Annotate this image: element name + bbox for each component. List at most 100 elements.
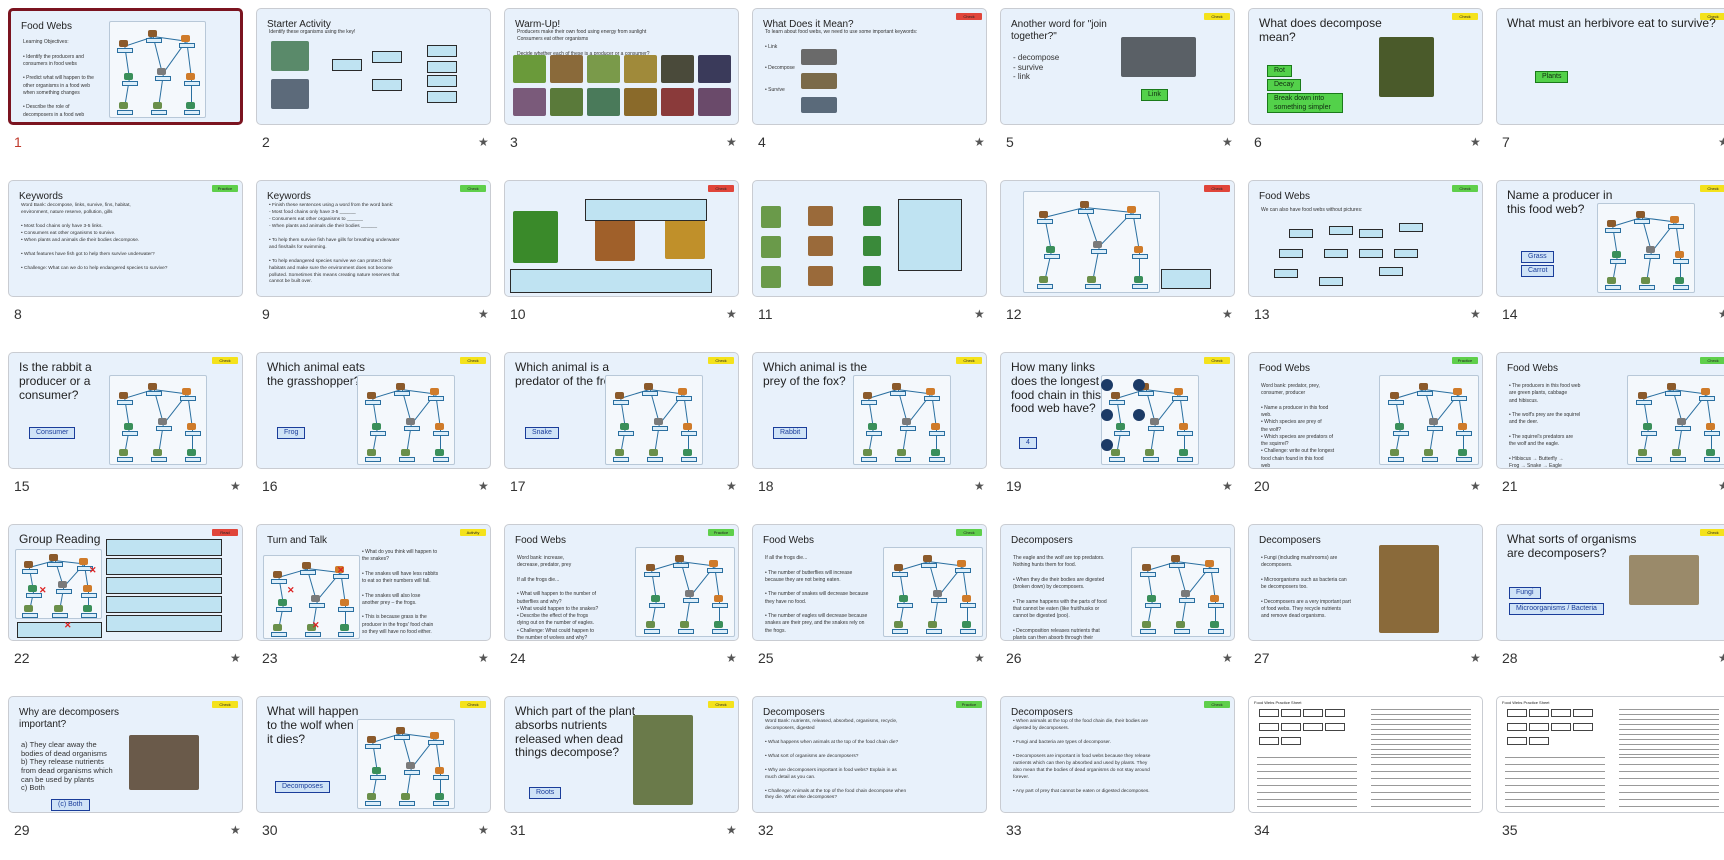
slide-preview[interactable]: Activity Turn and Talk • What do you think… xyxy=(256,524,491,641)
slide-thumbnail-14[interactable]: Check Name a producer in this food web? Gr… xyxy=(1496,180,1724,344)
slide-preview[interactable]: Check Food Webs If all the frogs die... • … xyxy=(752,524,987,641)
slide-thumbnail-28[interactable]: Check What sorts of organisms are decompo… xyxy=(1496,524,1724,688)
slide-preview[interactable]: Check xyxy=(1000,180,1235,297)
food-web-diagram xyxy=(1131,547,1231,637)
slide-preview[interactable]: Check Food Webs We can also have food webs… xyxy=(1248,180,1483,297)
slide-thumbnail-6[interactable]: Check What does decompose mean? Rot Decay Br… xyxy=(1248,8,1483,172)
slide-tag-badge: Practice xyxy=(708,529,734,536)
slide-preview[interactable]: CheckWhich animal is a predator of the f… xyxy=(504,352,739,469)
organism-icon xyxy=(1394,422,1404,430)
slide-thumbnail-27[interactable]: Decomposers • Fungi (including mushrooms)… xyxy=(1248,524,1483,688)
slide-preview[interactable]: Warm-Up! Producers make their own food us… xyxy=(504,8,739,125)
slide-preview[interactable]: Practice Food Webs Word bank: predator, pr… xyxy=(1248,352,1483,469)
slide-tag-badge: Check xyxy=(460,185,486,192)
slide-thumbnail-4[interactable]: Check What Does it Mean? To learn about fo… xyxy=(752,8,987,172)
slide-thumbnail-7[interactable]: Check What must an herbivore eat to survi… xyxy=(1496,8,1724,172)
slide-title: Food Webs xyxy=(1259,191,1310,202)
slide-thumbnail-22[interactable]: Read Group Reading ✕ ✕ ✕ 22 ★ xyxy=(8,524,243,688)
food-web-diagram xyxy=(1101,375,1199,465)
slide-preview[interactable]: Check What must an herbivore eat to survi… xyxy=(1496,8,1724,125)
slide-preview[interactable]: Practice Food Webs Word bank: increase, de… xyxy=(504,524,739,641)
slide-preview[interactable]: Check Which animal eats the grasshopper? F… xyxy=(256,352,491,469)
slide-preview[interactable]: Practice Decomposers Word Bank: nutrients,… xyxy=(752,696,987,813)
slide-thumbnail-24[interactable]: Practice Food Webs Word bank: increase, de… xyxy=(504,524,739,688)
organism-icon xyxy=(278,599,287,607)
slide-preview[interactable]: Starter Activity Identify these organisms… xyxy=(256,8,491,125)
slide-thumbnail-15[interactable]: Check Is the rabbit a producer or a consu… xyxy=(8,352,243,516)
slide-thumbnail-30[interactable]: Check What will happen to the wolf when i… xyxy=(256,696,491,860)
slide-preview[interactable]: Food Webs Learning Objectives: • Identify… xyxy=(8,8,243,125)
slide-thumbnail-16[interactable]: Check Which animal eats the grasshopper? F… xyxy=(256,352,491,516)
slide-thumbnail-26[interactable]: Decomposers The eagle and the wolf are to… xyxy=(1000,524,1235,688)
food-web-diagram xyxy=(1597,203,1695,293)
slide-preview[interactable]: Check Another word for "join together?" - … xyxy=(1000,8,1235,125)
slide-preview[interactable] xyxy=(752,180,987,297)
slide-thumbnail-13[interactable]: Check Food Webs We can also have food webs… xyxy=(1248,180,1483,344)
answer-line xyxy=(1619,792,1719,793)
slide-title: Group Reading xyxy=(19,532,101,546)
slide-thumbnail-9[interactable]: Check Keywords • Finish these sentences us… xyxy=(256,180,491,344)
slide-thumbnail-11[interactable]: 11 ★ xyxy=(752,180,987,344)
slide-thumbnail-29[interactable]: Check Why are decomposers important? a) Th… xyxy=(8,696,243,860)
slide-thumbnail-17[interactable]: CheckWhich animal is a predator of the f… xyxy=(504,352,739,516)
slide-preview[interactable]: Check What Does it Mean? To learn about fo… xyxy=(752,8,987,125)
slide-thumbnail-19[interactable]: Check How many links does the longest foo… xyxy=(1000,352,1235,516)
slide-preview[interactable]: Practice Keywords Word Bank: decompose, li… xyxy=(8,180,243,297)
organism-label xyxy=(432,801,449,807)
organism-icon xyxy=(1173,387,1183,395)
slide-preview[interactable]: Check Is the rabbit a producer or a consu… xyxy=(8,352,243,469)
snake-illustration xyxy=(863,266,881,286)
slide-thumbnail-25[interactable]: Check Food Webs If all the frogs die... • … xyxy=(752,524,987,688)
organism-label xyxy=(365,744,382,749)
slide-preview[interactable]: Check Food Webs • The producers in this fo… xyxy=(1496,352,1724,469)
slide-preview[interactable]: Food Webs Practice Sheet xyxy=(1496,696,1724,813)
slide-thumbnail-20[interactable]: Practice Food Webs Word bank: predator, pr… xyxy=(1248,352,1483,516)
slide-title: How many links does the longest food cha… xyxy=(1011,360,1102,416)
slide-preview[interactable]: Check Which part of the plant absorbs nut… xyxy=(504,696,739,813)
slide-preview[interactable]: Check Keywords • Finish these sentences us… xyxy=(256,180,491,297)
slide-preview[interactable]: Food Webs Practice Sheet xyxy=(1248,696,1483,813)
slide-thumbnail-3[interactable]: Warm-Up! Producers make their own food us… xyxy=(504,8,739,172)
organism-label xyxy=(427,739,444,745)
slide-thumbnail-31[interactable]: Check Which part of the plant absorbs nut… xyxy=(504,696,739,860)
answer-box: Snake xyxy=(525,427,559,439)
slide-preview[interactable]: Check What does decompose mean? Rot Decay Br… xyxy=(1248,8,1483,125)
slide-thumbnail-5[interactable]: Check Another word for "join together?" - … xyxy=(1000,8,1235,172)
slide-thumbnail-8[interactable]: Practice Keywords Word Bank: decompose, li… xyxy=(8,180,243,344)
organism-label xyxy=(1635,400,1652,405)
slide-thumbnail-32[interactable]: Practice Decomposers Word Bank: nutrients,… xyxy=(752,696,987,860)
transition-star-icon: ★ xyxy=(974,651,985,665)
slide-thumbnail-2[interactable]: Starter Activity Identify these organisms… xyxy=(256,8,491,172)
organism-icon xyxy=(434,449,444,457)
slide-preview[interactable]: Decomposers The eagle and the wolf are to… xyxy=(1000,524,1235,641)
organism-label xyxy=(155,426,172,432)
slide-thumbnail-10[interactable]: Check 10 ★ xyxy=(504,180,739,344)
slide-preview[interactable]: Check How many links does the longest foo… xyxy=(1000,352,1235,469)
slide-thumbnail-21[interactable]: Check Food Webs • The producers in this fo… xyxy=(1496,352,1724,516)
slide-preview[interactable]: Decomposers • Fungi (including mushrooms)… xyxy=(1248,524,1483,641)
slide-preview[interactable]: Check What sorts of organisms are decompo… xyxy=(1496,524,1724,641)
slide-preview[interactable]: Check Why are decomposers important? a) Th… xyxy=(8,696,243,813)
slide-thumbnail-12[interactable]: Check 12 ★ xyxy=(1000,180,1235,344)
slide-thumbnail-23[interactable]: Activity Turn and Talk • What do you think… xyxy=(256,524,491,688)
slide-thumbnail-18[interactable]: Check Which animal is the prey of the fox… xyxy=(752,352,987,516)
slide-thumbnail-34[interactable]: Food Webs Practice Sheet 34 xyxy=(1248,696,1483,860)
organism-icon xyxy=(367,392,377,399)
slide-preview[interactable]: Check Which animal is the prey of the fox… xyxy=(752,352,987,469)
slide-preview[interactable]: Check Name a producer in this food web? Gr… xyxy=(1496,180,1724,297)
transition-star-icon: ★ xyxy=(230,479,241,493)
answer-line xyxy=(1505,778,1605,779)
organism-icon xyxy=(645,564,655,571)
key-box xyxy=(427,61,457,73)
slide-thumbnail-1[interactable]: Food Webs Learning Objectives: • Identify… xyxy=(8,8,243,172)
slide-thumbnail-35[interactable]: Food Webs Practice Sheet 35 xyxy=(1496,696,1724,860)
slide-number: 20 xyxy=(1254,478,1270,494)
worksheet-box xyxy=(1259,709,1279,717)
organism-icon xyxy=(1458,422,1468,430)
slide-preview[interactable]: Check xyxy=(504,180,739,297)
slide-preview[interactable]: Read Group Reading ✕ ✕ ✕ xyxy=(8,524,243,641)
slide-preview[interactable]: Check What will happen to the wolf when i… xyxy=(256,696,491,813)
slide-thumbnail-33[interactable]: Check Decomposers • When animals at the to… xyxy=(1000,696,1235,860)
info-box xyxy=(898,199,962,271)
slide-preview[interactable]: Check Decomposers • When animals at the to… xyxy=(1000,696,1235,813)
